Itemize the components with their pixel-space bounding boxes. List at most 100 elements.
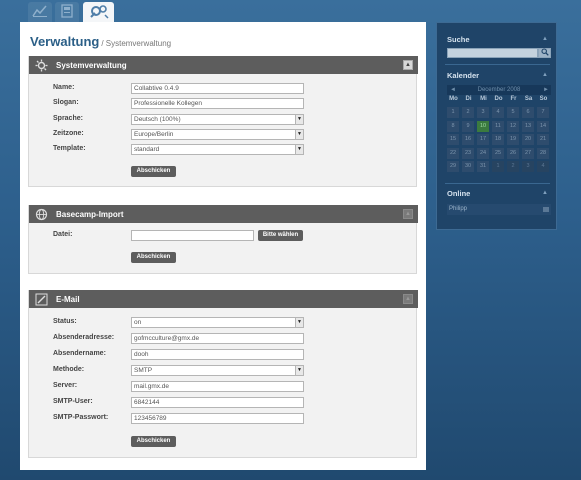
smtp-user-input[interactable]: 6842144 — [131, 397, 304, 408]
online-user-name: Philipp — [449, 206, 468, 212]
field-row-language: Sprache: Deutsch (100%) ▼ — [29, 114, 418, 126]
panel-system-title: Systemverwaltung — [56, 60, 127, 70]
calendar-day[interactable]: 13 — [522, 120, 534, 132]
language-select[interactable]: Deutsch (100%) ▼ — [131, 114, 304, 125]
calendar-day[interactable]: 3 — [522, 161, 534, 172]
field-row-slogan: Slogan: Professionelle Kollegen — [29, 98, 418, 110]
submit-button[interactable]: Abschicken — [131, 252, 176, 263]
chevron-down-icon: ▼ — [295, 115, 303, 124]
calendar-day[interactable]: 21 — [537, 134, 549, 145]
chevron-down-icon: ▼ — [295, 366, 303, 375]
server-input[interactable]: mail.gmx.de — [131, 381, 304, 392]
calendar-day[interactable]: 23 — [462, 147, 474, 159]
select-value: on — [134, 319, 142, 326]
calendar-weekday: Di — [465, 96, 472, 102]
mail-icon[interactable] — [543, 207, 549, 212]
calendar-day[interactable]: 3 — [477, 107, 489, 118]
calendar-day[interactable]: 2 — [507, 161, 519, 172]
globe-icon — [34, 207, 48, 221]
search-input[interactable] — [447, 48, 538, 58]
calendar-day[interactable]: 26 — [507, 147, 519, 159]
file-input[interactable] — [131, 230, 254, 241]
calendar-weekday: Mi — [480, 96, 487, 102]
page-title: Verwaltung / Systemverwaltung — [30, 34, 171, 49]
calendar-day[interactable]: 11 — [492, 120, 504, 132]
calendar-day[interactable]: 9 — [462, 120, 474, 132]
calendar-day[interactable]: 16 — [462, 134, 474, 145]
calendar-day[interactable]: 8 — [447, 120, 459, 132]
sender-name-input[interactable]: dooh — [131, 349, 304, 360]
tab-overview[interactable] — [28, 2, 52, 22]
calendar-day[interactable]: 4 — [492, 107, 504, 118]
calendar-day[interactable]: 5 — [507, 107, 519, 118]
field-label: Name: — [53, 84, 75, 91]
calendar-day[interactable]: 29 — [447, 161, 459, 172]
field-row-file: Datei: Bitte wählen — [29, 230, 418, 242]
chevron-down-icon: ▼ — [295, 145, 303, 154]
field-row-timezone: Zeitzone: Europe/Berlin ▼ — [29, 129, 418, 141]
chevron-down-icon: ▼ — [295, 318, 303, 327]
calendar-day[interactable]: 15 — [447, 134, 459, 145]
sender-address-input[interactable]: gofmcculture@gmx.de — [131, 333, 304, 344]
method-select[interactable]: SMTP ▼ — [131, 365, 304, 376]
calendar-month: December 2008 — [447, 85, 551, 95]
name-input[interactable]: Collabtive 0.4.9 — [131, 83, 304, 94]
caret-up-icon[interactable]: ▲ — [542, 36, 548, 42]
browse-button[interactable]: Bitte wählen — [258, 230, 303, 241]
calendar-heading: Kalender — [447, 71, 480, 80]
panel-basecamp-header: Basecamp-Import ▲ — [29, 205, 418, 223]
calendar-day[interactable]: 28 — [537, 147, 549, 159]
collapse-toggle[interactable]: ▲ — [403, 60, 413, 70]
calendar-day[interactable]: 2 — [462, 107, 474, 118]
field-row-method: Methode: SMTP ▼ — [29, 365, 418, 377]
calendar-day[interactable]: 27 — [522, 147, 534, 159]
calendar-day[interactable]: 18 — [492, 134, 504, 145]
calendar-day[interactable]: 30 — [462, 161, 474, 172]
field-label: Server: — [53, 382, 78, 389]
field-row-status: Status: on ▼ — [29, 317, 418, 329]
tab-admin[interactable] — [83, 2, 114, 22]
calendar-day[interactable]: 20 — [522, 134, 534, 145]
tab-projects[interactable] — [55, 2, 79, 22]
smtp-password-input[interactable]: 123456789 — [131, 413, 304, 424]
calendar-day[interactable]: 12 — [507, 120, 519, 132]
caret-up-icon[interactable]: ▲ — [542, 190, 548, 196]
page-title-text: Verwaltung — [30, 34, 100, 49]
select-value: standard — [134, 146, 160, 153]
search-button[interactable] — [538, 48, 551, 58]
template-select[interactable]: standard ▼ — [131, 144, 304, 155]
select-value: Deutsch (100%) — [134, 116, 181, 123]
collapse-toggle[interactable]: ▲ — [403, 209, 413, 219]
submit-button[interactable]: Abschicken — [131, 166, 176, 177]
field-row-sender-address: Absenderadresse: gofmcculture@gmx.de — [29, 333, 418, 345]
calendar-day[interactable]: 7 — [537, 107, 549, 118]
calendar-day[interactable]: 1 — [492, 161, 504, 172]
calendar-day[interactable]: 24 — [477, 147, 489, 159]
calendar-day[interactable]: 31 — [477, 161, 489, 172]
calendar-day[interactable]: 4 — [537, 161, 549, 172]
calendar-day[interactable]: 6 — [522, 107, 534, 118]
online-user[interactable]: Philipp — [447, 204, 551, 215]
calendar-day[interactable]: 22 — [447, 147, 459, 159]
collapse-toggle[interactable]: ▲ — [403, 294, 413, 304]
next-month-button[interactable]: ► — [543, 85, 549, 95]
divider — [445, 64, 550, 65]
calendar-day[interactable]: 17 — [477, 134, 489, 145]
field-label: Methode: — [53, 366, 85, 373]
status-select[interactable]: on ▼ — [131, 317, 304, 328]
timezone-select[interactable]: Europe/Berlin ▼ — [131, 129, 304, 140]
calendar-day[interactable]: 1 — [447, 107, 459, 118]
calendar-day[interactable]: 10 — [477, 120, 489, 132]
submit-button[interactable]: Abschicken — [131, 436, 176, 447]
field-label: Absenderadresse: — [53, 334, 115, 341]
select-value: Europe/Berlin — [134, 131, 174, 138]
calendar-day[interactable]: 25 — [492, 147, 504, 159]
prev-month-button[interactable]: ◄ — [450, 85, 456, 95]
main-content: Verwaltung / Systemverwaltung Systemverw… — [20, 22, 426, 470]
calendar-weekday: Sa — [524, 96, 533, 102]
calendar-day[interactable]: 14 — [537, 120, 549, 132]
breadcrumb: / Systemverwaltung — [101, 39, 172, 48]
calendar-day[interactable]: 19 — [507, 134, 519, 145]
slogan-input[interactable]: Professionelle Kollegen — [131, 98, 304, 109]
caret-up-icon[interactable]: ▲ — [542, 72, 548, 78]
